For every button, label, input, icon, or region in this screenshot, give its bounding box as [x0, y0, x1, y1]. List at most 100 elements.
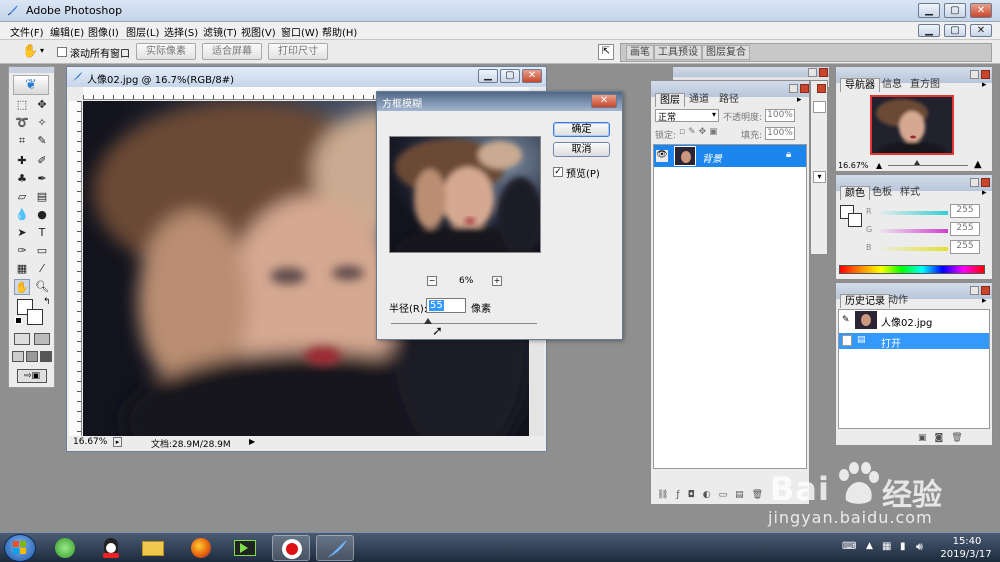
radius-slider-thumb[interactable] — [423, 318, 432, 324]
shape-tool-icon[interactable]: ▭ — [34, 243, 50, 259]
zoom-out-mountain-icon[interactable]: ▲ — [876, 161, 882, 170]
radius-slider-track[interactable] — [391, 323, 537, 324]
tab-styles[interactable]: 样式 — [896, 186, 924, 200]
lock-icons[interactable]: ▫✎✥▣ — [679, 127, 721, 137]
history-step-row[interactable]: ▤ 打开 — [839, 333, 989, 350]
screen-mode-standard-icon[interactable] — [12, 351, 24, 362]
swap-colors-icon[interactable]: ↰ — [43, 297, 51, 307]
status-zoom[interactable]: 16.67% — [73, 437, 107, 447]
actual-pixels-button[interactable]: 实际像素 — [136, 43, 196, 60]
preview-checkbox[interactable]: ✓ — [553, 167, 563, 177]
panel-close-icon[interactable] — [800, 84, 809, 93]
minimize-button[interactable]: ▁ — [918, 3, 940, 18]
document-title-bar[interactable]: 人像02.jpg @ 16.7%(RGB/8#) ▁ ▢ ✕ — [67, 67, 546, 87]
dodge-tool-icon[interactable]: ● — [34, 207, 50, 223]
channel-g-slider[interactable] — [876, 229, 948, 233]
tray-app-icon[interactable]: ▦ — [882, 541, 891, 552]
eye-icon[interactable]: 👁︎ — [656, 150, 668, 162]
navigator-preview[interactable] — [870, 95, 954, 155]
keyboard-icon[interactable]: ⌨ — [842, 541, 856, 552]
healing-brush-tool-icon[interactable]: ✚ — [14, 153, 30, 169]
print-size-button[interactable]: 打印尺寸 — [268, 43, 328, 60]
channel-g-input[interactable]: 255 — [950, 222, 980, 236]
zoom-out-button[interactable]: − — [427, 276, 437, 286]
tab-actions[interactable]: 动作 — [884, 294, 912, 308]
blend-mode-select[interactable]: 正常 ▾ — [655, 109, 719, 123]
fill-input[interactable]: 100% — [765, 127, 795, 140]
jump-to-imageready-icon[interactable]: ⇨▣ — [17, 369, 47, 383]
chevron-down-icon[interactable]: ▾ — [813, 171, 826, 183]
status-arrow-icon[interactable]: ▶ — [249, 437, 255, 446]
panel-close-icon[interactable] — [981, 178, 990, 187]
history-step-checkbox[interactable] — [842, 335, 852, 346]
chevron-down-icon[interactable]: ▾ — [40, 46, 44, 55]
move-tool-icon[interactable]: ✥ — [34, 97, 50, 113]
marquee-tool-icon[interactable]: ⬚ — [14, 97, 30, 113]
taskbar-app-photoshop[interactable] — [316, 535, 354, 561]
zoom-tool-icon[interactable]: 🔍︎ — [34, 279, 50, 295]
partial-field[interactable] — [813, 101, 826, 113]
toolbox-grip[interactable] — [9, 67, 54, 73]
panel-menu-icon[interactable]: ▸ — [797, 95, 802, 105]
layer-name[interactable]: 背景 — [702, 150, 722, 165]
tab-swatches[interactable]: 色板 — [868, 186, 896, 200]
maximize-button[interactable]: ▢ — [944, 3, 966, 18]
doc-minimize-button[interactable]: ▁ — [918, 24, 940, 37]
fit-screen-button[interactable]: 适合屏幕 — [202, 43, 262, 60]
default-colors-icon[interactable] — [15, 317, 22, 324]
brush-tool-icon[interactable]: ✐ — [34, 153, 50, 169]
history-brush-tool-icon[interactable]: ✒ — [34, 171, 50, 187]
menu-edit[interactable]: 编辑(E) — [50, 24, 84, 39]
crop-tool-icon[interactable]: ⌗ — [14, 133, 30, 149]
tab-history[interactable]: 历史记录 — [840, 294, 890, 308]
standard-mode-icon[interactable] — [14, 333, 30, 345]
panel-minimize-icon[interactable] — [808, 68, 817, 77]
clock-time[interactable]: 15:40 — [943, 536, 991, 547]
notes-tool-icon[interactable]: ▦ — [14, 261, 30, 277]
navigator-zoom[interactable]: 16.67% — [838, 161, 869, 170]
panel-close-icon[interactable] — [817, 84, 826, 93]
panel-close-icon[interactable] — [981, 70, 990, 79]
channel-r-input[interactable]: 255 — [950, 204, 980, 218]
document-minimize-button[interactable]: ▁ — [478, 69, 498, 83]
tab-color[interactable]: 颜色 — [840, 186, 870, 200]
zoom-in-button[interactable]: + — [492, 276, 502, 286]
status-menu-icon[interactable]: ▸ — [113, 437, 122, 447]
doc-restore-button[interactable]: ▢ — [944, 24, 966, 37]
network-icon[interactable]: ▮ — [900, 541, 906, 552]
doc-close-button[interactable]: ✕ — [970, 24, 992, 37]
panel-menu-icon[interactable]: ▸ — [982, 296, 987, 306]
tab-navigator[interactable]: 导航器 — [840, 78, 880, 92]
taskbar-app-qq[interactable] — [92, 535, 130, 561]
volume-icon[interactable]: 🔊︎ — [916, 540, 923, 554]
navigator-zoom-slider[interactable] — [888, 165, 968, 166]
menu-file[interactable]: 文件(F) — [10, 24, 44, 39]
document-maximize-button[interactable]: ▢ — [500, 69, 520, 83]
scroll-all-windows-checkbox[interactable] — [57, 47, 67, 57]
menu-view[interactable]: 视图(V) — [241, 24, 276, 39]
layers-footer-icons[interactable]: ⛓ƒ◘◐▭▤🗑︎ — [657, 490, 771, 500]
start-button[interactable] — [4, 534, 36, 562]
channel-b-input[interactable]: 255 — [950, 240, 980, 254]
gradient-tool-icon[interactable]: ▤ — [34, 189, 50, 205]
background-color-swatch[interactable] — [27, 309, 43, 325]
ok-button[interactable]: 确定 — [553, 122, 610, 137]
tab-paths[interactable]: 路径 — [715, 93, 743, 107]
menu-layer[interactable]: 图层(L) — [126, 24, 159, 39]
tab-histogram[interactable]: 直方图 — [906, 78, 944, 92]
panel-menu-icon[interactable]: ▸ — [982, 80, 987, 90]
menu-image[interactable]: 图像(I) — [88, 24, 119, 39]
taskbar-app-recorder[interactable] — [272, 535, 310, 561]
opacity-input[interactable]: 100% — [765, 109, 795, 122]
quick-mask-mode-icon[interactable] — [34, 333, 50, 345]
lasso-tool-icon[interactable]: ➰ — [14, 115, 30, 131]
type-tool-icon[interactable]: T — [34, 225, 50, 241]
pen-tool-icon[interactable]: ✑ — [14, 243, 30, 259]
channel-r-slider[interactable] — [876, 211, 948, 215]
panel-minimize-icon[interactable] — [970, 286, 979, 295]
hand-tool-icon[interactable]: ✋ — [14, 279, 30, 295]
panel-minimize-icon[interactable] — [789, 84, 798, 93]
screen-mode-full-menu-icon[interactable] — [26, 351, 38, 362]
zoom-in-mountain-icon[interactable]: ▲ — [974, 159, 982, 170]
palette-tab-tool-presets[interactable]: 工具预设 — [654, 45, 702, 60]
